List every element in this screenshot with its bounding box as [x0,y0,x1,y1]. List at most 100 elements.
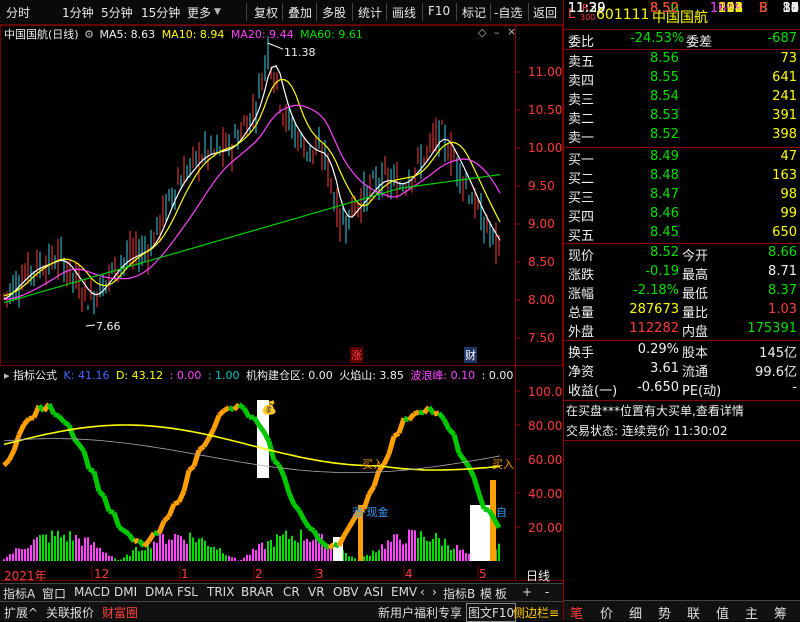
sidebar-toggle[interactable]: 侧边栏≡ [513,604,559,621]
tab-indicator-b[interactable]: 指标B [443,585,475,602]
indicator-tick: 20.00 [528,521,562,535]
k-line-segment [309,528,314,531]
tab-trend[interactable]: 势 [658,603,671,622]
d-value: D: 43.12 [116,369,163,382]
related-quotes-link[interactable]: 关联报价 [46,604,94,621]
ask-level-row[interactable]: 卖四8.55641 [564,69,800,88]
toolbar-timeshare[interactable]: 分时 [6,4,30,21]
stat-value: 8.71 [768,264,797,279]
tab-trix[interactable]: TRIX [207,585,234,599]
tab-value[interactable]: 值 [716,603,729,622]
tab-detail[interactable]: 细 [629,603,642,622]
big-order-notice[interactable]: 在买盘***位置有大买单,查看详情 [564,401,800,420]
zoom-in-button[interactable]: + [522,585,532,599]
toolbar-5min[interactable]: 5分钟 [101,4,133,21]
trade-status-text: 交易状态: 连续竞价 11:30:02 [566,422,728,439]
news-link[interactable]: 新用户福利专享 [378,604,462,621]
tab-window[interactable]: 窗口 [42,585,66,602]
tab-macd[interactable]: MACD [74,585,110,599]
chart-area[interactable] [0,25,563,583]
ask-level-row[interactable]: 卖三8.54241 [564,88,800,107]
tab-obv[interactable]: OBV [333,585,359,599]
event-tag-finance[interactable]: 财 [464,347,477,363]
zoom-out-button[interactable]: - [545,585,549,599]
diamond-icon[interactable]: ◇ [478,26,486,39]
close-icon[interactable]: × [507,25,516,38]
toolbar-draw-line[interactable]: 画线 [392,4,416,21]
tab-indicator-a[interactable]: 指标A [3,585,35,602]
tab-dma[interactable]: DMA [145,585,173,599]
stat-label: 今开 [682,245,708,264]
tab-dmi[interactable]: DMI [114,585,137,599]
tab-scroll-left[interactable]: ‹ [420,585,425,599]
tab-price[interactable]: 价 [600,603,613,622]
tab-asi[interactable]: ASI [364,585,383,599]
ask-level-row[interactable]: 卖五8.5673 [564,50,800,69]
toolbar-fuquan[interactable]: 复权 [254,4,278,21]
toolbar-mark[interactable]: 标记 [462,4,486,21]
chart-title: 中国国航(日线) [4,28,79,41]
toolbar-multi-stock[interactable]: 多股 [322,4,346,21]
expand-triangle-icon[interactable]: ▸ [4,369,10,382]
stat-value: -2.18% [633,283,679,298]
stat-value: 8.52 [650,245,679,260]
period-label[interactable]: 日线 [526,567,550,584]
bid-volume: 98 [780,187,797,202]
toolbar-f10[interactable]: F10 [428,4,450,18]
tab-board[interactable]: 板 [495,585,507,602]
tab-main[interactable]: 主 [745,603,758,622]
x-tick: 3 [316,567,324,581]
ask-level-row[interactable]: 卖二8.53391 [564,107,800,126]
k-line-segment [194,450,199,466]
toolbar-add-watchlist[interactable]: -自选 [494,4,522,21]
minimize-icon[interactable]: – [494,26,500,39]
ask-volume: 241 [772,89,797,104]
ask-level-label: 卖四 [568,70,594,89]
price-tick: 8.00 [528,293,555,307]
k-line-segment [294,505,299,511]
k-line-segment [164,516,169,521]
f10-button[interactable]: 图文F10 [466,603,516,622]
stat-label: 净资 [568,361,594,380]
ma20-label: MA20: 9.44 [231,28,294,41]
trade-volume: 103 [718,1,743,16]
wealth-circle-link[interactable]: 财富圈 [102,604,138,621]
k-line-segment [349,519,354,527]
toolbar-back[interactable]: 返回 [533,4,557,21]
indicator-name[interactable]: 指标公式 [13,369,57,382]
ma10-line [4,80,500,296]
tab-scroll-right[interactable]: › [432,585,437,599]
k-line-segment [149,533,154,541]
bid-level-row[interactable]: 买一8.4947 [564,148,800,167]
bid-level-row[interactable]: 买二8.48163 [564,167,800,186]
institution-zone-value: 机构建仓区: 0.00 [246,369,333,382]
toolbar-1min[interactable]: 1分钟 [62,4,94,21]
tab-linked[interactable]: 联 [687,603,700,622]
tab-fsl[interactable]: FSL [177,585,198,599]
tab-brar[interactable]: BRAR [241,585,274,599]
toolbar-stats[interactable]: 统计 [358,4,382,21]
tab-cr[interactable]: CR [283,585,300,599]
toolbar-15min[interactable]: 15分钟 [141,4,180,21]
tab-chips[interactable]: 筹 [774,603,787,622]
k-line-segment [189,466,194,470]
tab-emv[interactable]: EMV [391,585,417,599]
expand-button[interactable]: 扩展^ [4,604,38,621]
toolbar-overlay[interactable]: 叠加 [288,4,312,21]
indicator-tick: 40.00 [528,487,562,501]
bid-level-row[interactable]: 买三8.4798 [564,186,800,205]
k-line-segment [299,510,304,520]
settings-icon[interactable]: ⚙ [84,28,94,41]
bid-level-row[interactable]: 买四8.4699 [564,205,800,224]
tab-vr[interactable]: VR [308,585,325,599]
ask-level-row[interactable]: 卖一8.52398 [564,126,800,145]
tab-trades[interactable]: 笔 [570,603,583,622]
trade-status-row: 交易状态: 连续竞价 11:30:02 [564,421,800,440]
toolbar-more[interactable]: 更多 [187,4,211,21]
ask-level-label: 卖一 [568,127,594,146]
event-tag-zhang[interactable]: 涨 [350,347,363,363]
chevron-down-icon[interactable]: ▼ [214,7,221,17]
notice-text: 在买盘***位置有大买单,查看详情 [566,402,744,419]
tab-template[interactable]: 模 [480,585,492,602]
bid-level-row[interactable]: 买五8.45650 [564,224,800,243]
